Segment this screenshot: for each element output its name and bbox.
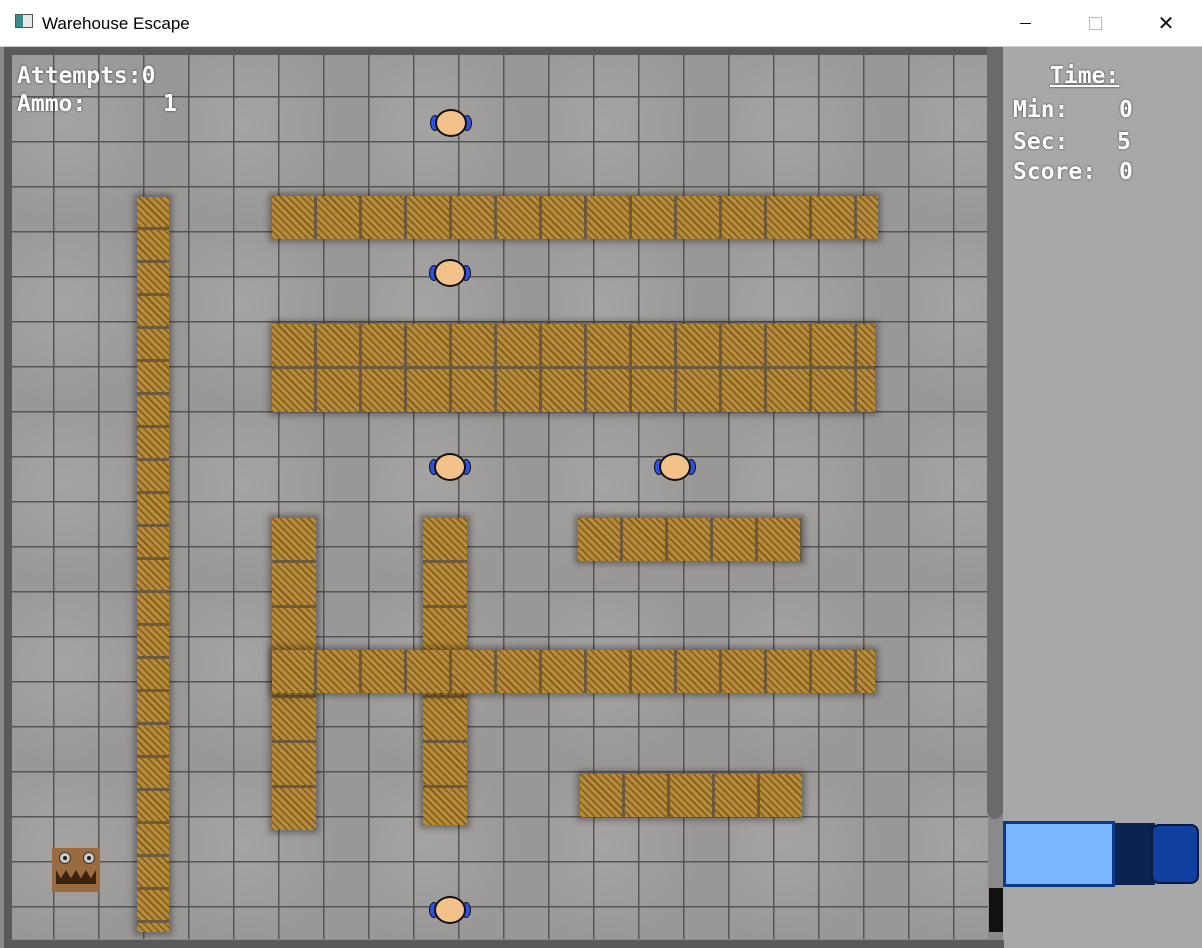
minimize-button[interactable] bbox=[990, 0, 1060, 46]
attempts-value: 0 bbox=[141, 63, 156, 89]
guard-3 bbox=[429, 453, 471, 481]
close-button[interactable]: ✕ bbox=[1131, 0, 1201, 46]
guard-2 bbox=[429, 259, 471, 287]
crate-row-short-lower bbox=[580, 774, 802, 817]
player-box bbox=[52, 848, 100, 892]
window-titlebar: Warehouse Escape ✕ bbox=[0, 0, 1202, 47]
wall-left bbox=[4, 47, 12, 944]
sec-value: 5 bbox=[1117, 129, 1131, 155]
ammo-row: Ammo: bbox=[17, 91, 86, 117]
wall-top bbox=[4, 47, 1002, 55]
maximize-icon bbox=[1088, 16, 1102, 30]
attempts-row: Attempts:0 bbox=[17, 63, 155, 89]
minimize-icon bbox=[1019, 22, 1031, 24]
guard-icon bbox=[434, 453, 466, 481]
crate-row-short-upper bbox=[578, 518, 802, 561]
guard-icon bbox=[435, 109, 467, 137]
sec-label: Sec: bbox=[1013, 129, 1069, 155]
crate-block-middle bbox=[272, 324, 875, 412]
guard-4 bbox=[654, 453, 696, 481]
escape-truck-icon bbox=[1151, 824, 1199, 884]
truck-trailer bbox=[1003, 821, 1115, 887]
escape-truck bbox=[1003, 819, 1202, 891]
guard-icon bbox=[659, 453, 691, 481]
close-icon: ✕ bbox=[1157, 11, 1175, 35]
game-canvas[interactable]: Attempts:0 Ammo: 1 Time: Min: 0 Sec: 5 S… bbox=[0, 47, 1202, 948]
player-eye-right bbox=[83, 852, 95, 864]
score-value: 0 bbox=[1119, 159, 1133, 185]
player-eye-left bbox=[59, 852, 71, 864]
window-title: Warehouse Escape bbox=[42, 14, 190, 33]
attempts-label: Attempts: bbox=[17, 63, 142, 89]
truck-link bbox=[1115, 823, 1155, 885]
ammo-label: Ammo: bbox=[17, 91, 87, 117]
wall-bottom bbox=[4, 940, 1004, 948]
min-value: 0 bbox=[1119, 97, 1133, 123]
maximize-button[interactable] bbox=[1060, 0, 1130, 46]
app-icon bbox=[15, 14, 33, 28]
time-label: Time: bbox=[1050, 63, 1120, 89]
crate-column-left bbox=[137, 197, 169, 932]
guard-icon bbox=[434, 896, 466, 924]
ammo-value: 1 bbox=[163, 91, 177, 117]
guard-icon bbox=[434, 259, 466, 287]
guard-5 bbox=[429, 896, 471, 924]
crate-row-long-lower bbox=[272, 650, 875, 693]
crate-row-top bbox=[272, 196, 878, 239]
min-label: Min: bbox=[1013, 97, 1069, 123]
guard-1 bbox=[430, 109, 472, 137]
wall-right bbox=[987, 47, 1003, 819]
exit-door bbox=[989, 888, 1003, 932]
score-label: Score: bbox=[1013, 159, 1097, 185]
